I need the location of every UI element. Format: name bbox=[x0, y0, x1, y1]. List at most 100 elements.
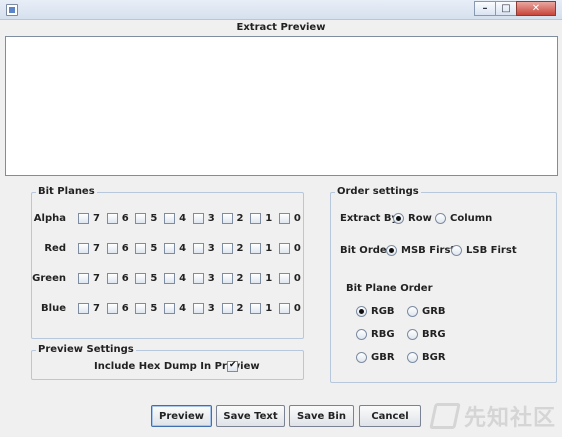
bit-checkbox-blue-7[interactable] bbox=[78, 303, 89, 314]
bit-checkbox-green-4[interactable] bbox=[164, 273, 176, 284]
bit-plane-order-brg-label[interactable]: BRG bbox=[422, 329, 446, 341]
bit-planes-group: Bit Planes Alpha 7 6 5 4 3 2 1 0 Red 7 6 5 4 3 2 1 0 Green… bbox=[31, 186, 305, 339]
minimize-button[interactable]: – bbox=[474, 1, 496, 16]
bit-checkbox-label[interactable]: 6 bbox=[122, 303, 129, 315]
bit-checkbox-red-5[interactable] bbox=[135, 243, 147, 254]
bit-checkbox-red-7[interactable] bbox=[78, 243, 89, 254]
bit-checkbox-label[interactable]: 3 bbox=[208, 243, 215, 255]
bit-checkbox-label[interactable]: 4 bbox=[179, 213, 186, 225]
bit-checkbox-label[interactable]: 6 bbox=[122, 243, 129, 255]
bit-checkbox-green-3[interactable] bbox=[192, 273, 204, 284]
bit-checkbox-label[interactable]: 7 bbox=[93, 303, 100, 315]
bit-checkbox-label[interactable]: 3 bbox=[208, 273, 215, 285]
bit-plane-order-bgr-label[interactable]: BGR bbox=[422, 352, 446, 364]
preview-title: Extract Preview bbox=[236, 22, 326, 33]
bit-checkbox-blue-6[interactable] bbox=[106, 303, 118, 314]
bit-checkbox-green-2[interactable] bbox=[221, 273, 233, 284]
bit-order-msb-label[interactable]: MSB First bbox=[401, 245, 455, 257]
bit-checkbox-label[interactable]: 7 bbox=[93, 213, 100, 225]
bit-plane-order-brg-radio[interactable] bbox=[407, 329, 418, 340]
bit-plane-order-grb-label[interactable]: GRB bbox=[422, 306, 446, 318]
extract-by-column-radio[interactable] bbox=[435, 213, 446, 224]
bit-checkbox-label[interactable]: 1 bbox=[265, 303, 272, 315]
bit-checkbox-label[interactable]: 6 bbox=[122, 213, 129, 225]
bit-checkbox-blue-4[interactable] bbox=[164, 303, 176, 314]
bit-checkbox-blue-5[interactable] bbox=[135, 303, 147, 314]
close-button[interactable]: ✕ bbox=[516, 1, 556, 16]
bit-checkbox-alpha-4[interactable] bbox=[164, 213, 176, 224]
maximize-button[interactable]: □ bbox=[495, 1, 517, 16]
bit-plane-order-bgr-radio[interactable] bbox=[407, 352, 418, 363]
bit-plane-order-rbg-radio[interactable] bbox=[356, 329, 367, 340]
bit-checkbox-label[interactable]: 3 bbox=[208, 303, 215, 315]
bit-checkbox-label[interactable]: 0 bbox=[294, 243, 301, 255]
bit-plane-order-gbr-label[interactable]: GBR bbox=[371, 352, 395, 364]
bit-checkbox-green-1[interactable] bbox=[250, 273, 262, 284]
bit-checkbox-label[interactable]: 2 bbox=[237, 243, 244, 255]
bit-checkbox-label[interactable]: 4 bbox=[179, 243, 186, 255]
hex-dump-checkbox[interactable] bbox=[227, 360, 238, 372]
order-settings-group: Order settings Extract By Row Column Bit… bbox=[330, 186, 557, 383]
save-text-button[interactable]: Save Text bbox=[216, 405, 285, 427]
bit-checkbox-label[interactable]: 3 bbox=[208, 213, 215, 225]
extract-by-row-label[interactable]: Row bbox=[408, 213, 432, 225]
bit-checkbox-label[interactable]: 0 bbox=[294, 213, 301, 225]
extract-by-column-label[interactable]: Column bbox=[450, 213, 492, 225]
bit-checkbox-red-1[interactable] bbox=[250, 243, 262, 254]
bit-order-lsb-label[interactable]: LSB First bbox=[466, 245, 517, 257]
bit-checkbox-blue-2[interactable] bbox=[221, 303, 233, 314]
bit-checkbox-label[interactable]: 5 bbox=[150, 213, 157, 225]
bit-plane-row-label: Green bbox=[32, 273, 66, 284]
bit-order-lsb-radio[interactable] bbox=[451, 245, 462, 256]
bit-checkbox-green-0[interactable] bbox=[278, 273, 290, 284]
bit-checkbox-label[interactable]: 2 bbox=[237, 213, 244, 225]
bit-checkbox-label[interactable]: 6 bbox=[122, 273, 129, 285]
bit-checkbox-green-7[interactable] bbox=[78, 273, 89, 284]
bit-checkbox-label[interactable]: 5 bbox=[150, 243, 157, 255]
bit-checkbox-label[interactable]: 1 bbox=[265, 273, 272, 285]
bit-checkbox-alpha-6[interactable] bbox=[106, 213, 118, 224]
bit-checkbox-blue-0[interactable] bbox=[278, 303, 290, 314]
bit-checkbox-alpha-2[interactable] bbox=[221, 213, 233, 224]
bit-checkbox-label[interactable]: 1 bbox=[265, 213, 272, 225]
bit-checkbox-label[interactable]: 1 bbox=[265, 243, 272, 255]
bit-checkbox-label[interactable]: 2 bbox=[237, 303, 244, 315]
bit-checkbox-label[interactable]: 5 bbox=[150, 303, 157, 315]
bit-checkbox-label[interactable]: 0 bbox=[294, 273, 301, 285]
bit-checkbox-alpha-0[interactable] bbox=[278, 213, 290, 224]
preview-button[interactable]: Preview bbox=[151, 405, 212, 427]
bit-checkbox-blue-1[interactable] bbox=[250, 303, 262, 314]
bit-checkbox-red-3[interactable] bbox=[192, 243, 204, 254]
bit-checkbox-label[interactable]: 4 bbox=[179, 303, 186, 315]
bit-plane-order-rgb-label[interactable]: RGB bbox=[371, 306, 395, 318]
bit-plane-row-blue: Blue 7 6 5 4 3 2 1 0 bbox=[32, 303, 305, 317]
bit-checkbox-red-6[interactable] bbox=[106, 243, 118, 254]
bit-plane-order-rbg-label[interactable]: RBG bbox=[371, 329, 395, 341]
title-bar[interactable]: – □ ✕ bbox=[0, 0, 562, 20]
bit-checkbox-alpha-7[interactable] bbox=[78, 213, 89, 224]
bit-checkbox-alpha-5[interactable] bbox=[135, 213, 147, 224]
order-settings-title: Order settings bbox=[335, 186, 421, 198]
bit-checkbox-blue-3[interactable] bbox=[192, 303, 204, 314]
bit-checkbox-label[interactable]: 5 bbox=[150, 273, 157, 285]
bit-order-msb-radio[interactable] bbox=[386, 245, 397, 256]
bit-plane-order-gbr-radio[interactable] bbox=[356, 352, 367, 363]
bit-checkbox-label[interactable]: 7 bbox=[93, 273, 100, 285]
bit-checkbox-red-2[interactable] bbox=[221, 243, 233, 254]
bit-checkbox-label[interactable]: 2 bbox=[237, 273, 244, 285]
bit-checkbox-red-4[interactable] bbox=[164, 243, 176, 254]
bit-checkbox-red-0[interactable] bbox=[278, 243, 290, 254]
bit-checkbox-green-6[interactable] bbox=[106, 273, 118, 284]
extract-by-row-radio[interactable] bbox=[393, 213, 404, 224]
preview-text-area[interactable] bbox=[5, 36, 558, 176]
bit-checkbox-alpha-1[interactable] bbox=[250, 213, 262, 224]
save-bin-button[interactable]: Save Bin bbox=[289, 405, 354, 427]
bit-checkbox-green-5[interactable] bbox=[135, 273, 147, 284]
bit-plane-order-grb-radio[interactable] bbox=[407, 306, 418, 317]
bit-checkbox-label[interactable]: 7 bbox=[93, 243, 100, 255]
bit-checkbox-label[interactable]: 4 bbox=[179, 273, 186, 285]
bit-checkbox-label[interactable]: 0 bbox=[294, 303, 301, 315]
app-icon bbox=[6, 4, 18, 16]
bit-checkbox-alpha-3[interactable] bbox=[192, 213, 204, 224]
bit-plane-order-rgb-radio[interactable] bbox=[356, 306, 367, 317]
